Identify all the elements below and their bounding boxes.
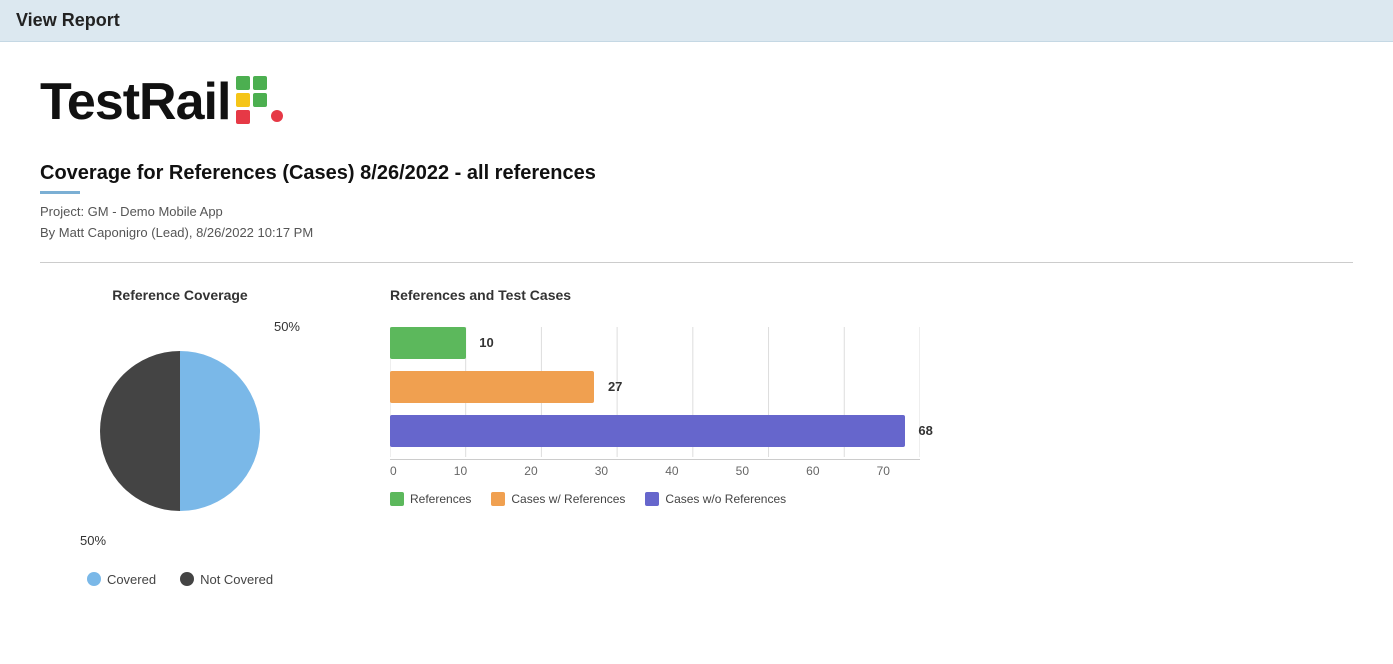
bar-legend-box-references: [390, 492, 404, 506]
x-tick-50: 50: [736, 464, 749, 478]
x-axis: 0 10 20 30 40 50 60 70: [390, 464, 920, 478]
pie-chart-section: Reference Coverage 50% 50% Covered: [40, 287, 320, 587]
report-underline: [40, 191, 80, 194]
bar-legend-label-cases-without: Cases w/o References: [665, 492, 786, 506]
bar-row-references: 10: [390, 327, 920, 359]
x-tick-40: 40: [665, 464, 678, 478]
bar-value-cases-without: 68: [918, 423, 932, 438]
bar-legend-cases-with: Cases w/ References: [491, 492, 625, 506]
pie-label-top: 50%: [274, 319, 300, 334]
covered-dot: [87, 572, 101, 586]
not-covered-dot: [180, 572, 194, 586]
report-title: Coverage for References (Cases) 8/26/202…: [40, 162, 1353, 185]
bar-legend-box-cases-with: [491, 492, 505, 506]
bar-fill-cases-with: 27: [390, 371, 594, 403]
bar-chart-section: References and Test Cases: [380, 287, 1353, 506]
bar-track-references: 10: [390, 327, 920, 359]
bar-value-cases-with: 27: [608, 379, 622, 394]
x-tick-70: 70: [877, 464, 890, 478]
pie-label-bottom: 50%: [80, 533, 106, 548]
charts-container: Reference Coverage 50% 50% Covered: [40, 287, 1353, 587]
bar-chart-inner: 10 27 68: [380, 317, 960, 506]
legend-item-covered: Covered: [87, 572, 156, 587]
logo-grid-cell-1: [236, 76, 250, 90]
covered-label: Covered: [107, 572, 156, 587]
bar-legend: References Cases w/ References Cases w/o…: [390, 492, 920, 506]
legend-item-not-covered: Not Covered: [180, 572, 273, 587]
bar-legend-box-cases-without: [645, 492, 659, 506]
logo-grid-cell-4: [253, 93, 267, 107]
bar-value-references: 10: [479, 335, 493, 350]
x-tick-10: 10: [454, 464, 467, 478]
x-tick-0: 0: [390, 464, 397, 478]
logo-area: TestRail: [40, 72, 1353, 132]
bar-fill-cases-without: 68: [390, 415, 905, 447]
logo-grid-cell-5: [236, 110, 250, 124]
bar-track-cases-without: 68: [390, 415, 920, 447]
bar-legend-references: References: [390, 492, 471, 506]
bar-track-cases-with: 27: [390, 371, 920, 403]
logo: TestRail: [40, 72, 283, 132]
bar-chart-title: References and Test Cases: [390, 287, 1353, 303]
bar-legend-label-cases-with: Cases w/ References: [511, 492, 625, 506]
pie-legend: Covered Not Covered: [87, 572, 273, 587]
pie-chart-title: Reference Coverage: [112, 287, 247, 303]
page-title: View Report: [16, 10, 120, 30]
bar-row-cases-with: 27: [390, 371, 920, 403]
header-bar: View Report: [0, 0, 1393, 42]
axis-line: [390, 459, 920, 460]
bar-fill-references: 10: [390, 327, 466, 359]
x-tick-20: 20: [524, 464, 537, 478]
report-project: Project: GM - Demo Mobile App: [40, 202, 1353, 223]
logo-grid-cell-3: [236, 93, 250, 107]
logo-grid-cell-2: [253, 76, 267, 90]
bar-legend-label-references: References: [410, 492, 471, 506]
pie-chart-svg: [90, 341, 270, 521]
section-divider: [40, 262, 1353, 263]
x-tick-30: 30: [595, 464, 608, 478]
logo-wordmark: TestRail: [40, 72, 230, 132]
main-content: TestRail Coverage for References (Cases)…: [0, 42, 1393, 617]
logo-grid: [236, 76, 267, 124]
pie-chart-wrapper: 50% 50%: [90, 341, 270, 526]
x-tick-60: 60: [806, 464, 819, 478]
logo-dot: [271, 110, 283, 122]
bar-row-cases-without: 68: [390, 415, 920, 447]
bar-legend-cases-without: Cases w/o References: [645, 492, 786, 506]
report-author: By Matt Caponigro (Lead), 8/26/2022 10:1…: [40, 223, 1353, 244]
not-covered-label: Not Covered: [200, 572, 273, 587]
